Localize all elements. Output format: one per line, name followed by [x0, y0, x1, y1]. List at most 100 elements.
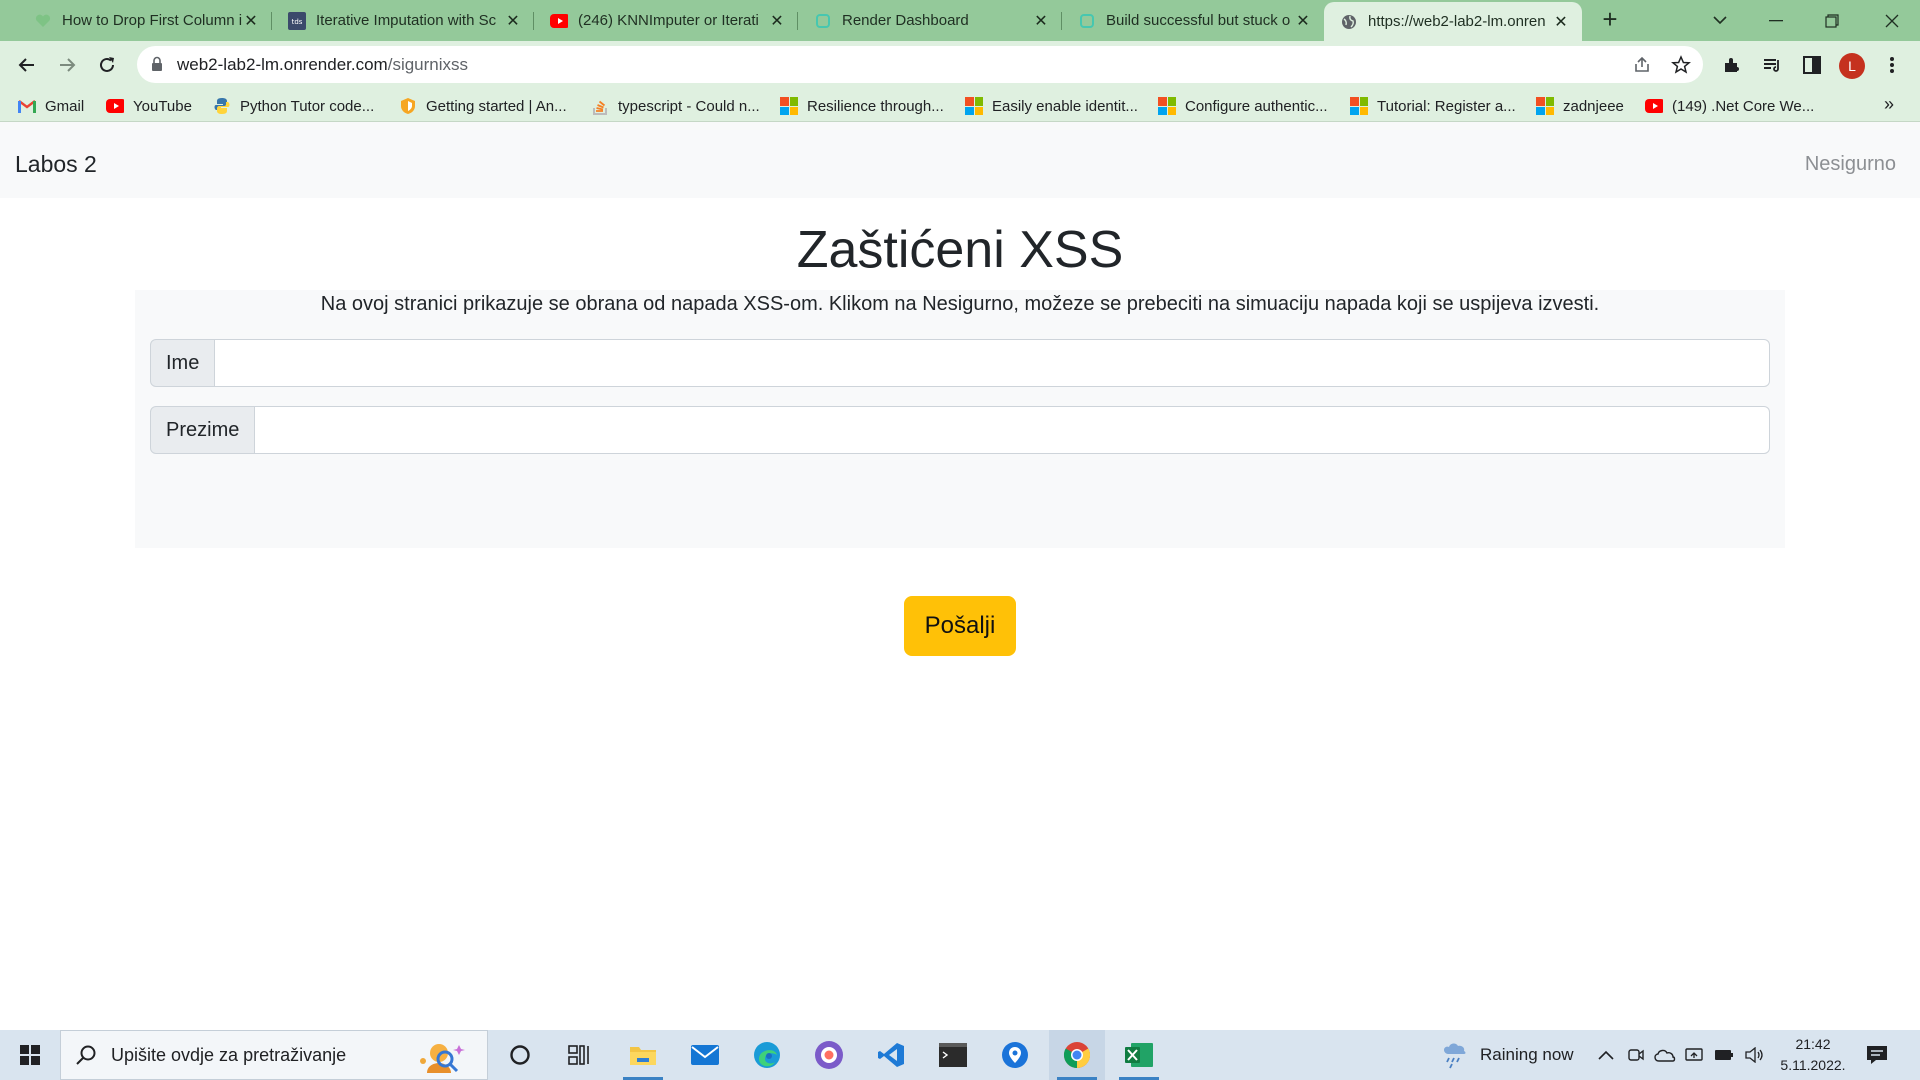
tab-strip: How to Drop First Column i ✕ tds Iterati…	[0, 0, 1920, 41]
close-tab-icon[interactable]: ✕	[1032, 11, 1050, 31]
microsoft-icon	[1350, 97, 1368, 115]
bookmark-label: Tutorial: Register a...	[1377, 97, 1516, 115]
volume-speaker-icon[interactable]	[1745, 1030, 1765, 1080]
bookmark-label: Getting started | An...	[426, 97, 567, 115]
battery-icon[interactable]	[1714, 1030, 1734, 1080]
search-highlight-icon	[405, 1037, 469, 1080]
side-panel-icon[interactable]	[1800, 53, 1824, 77]
maps-pin-icon[interactable]	[987, 1030, 1043, 1080]
meet-now-icon[interactable]	[1628, 1030, 1644, 1080]
tab-4[interactable]: Build successful but stuck o ✕	[1062, 0, 1324, 41]
bookmark-label: Resilience through...	[807, 97, 944, 115]
bookmark-gmail[interactable]: Gmail	[18, 95, 84, 117]
mail-icon[interactable]	[677, 1030, 733, 1080]
submit-button[interactable]: Pošalji	[904, 596, 1016, 656]
last-name-input[interactable]	[255, 406, 1770, 454]
discord-style-app-icon[interactable]	[801, 1030, 857, 1080]
bookmarks-overflow-button[interactable]: »	[1884, 94, 1894, 115]
tab-3[interactable]: Render Dashboard ✕	[798, 0, 1062, 41]
clock-date: 5.11.2022.	[1780, 1057, 1846, 1073]
microsoft-icon	[1536, 97, 1554, 115]
cortana-circle-icon[interactable]	[492, 1030, 548, 1080]
bookmark-getting-started[interactable]: Getting started | An...	[399, 95, 567, 117]
weather-widget[interactable]: Raining now	[1440, 1030, 1574, 1080]
task-view-icon[interactable]	[552, 1030, 608, 1080]
windows-start-icon[interactable]	[0, 1030, 60, 1080]
tab-0[interactable]: How to Drop First Column i ✕	[18, 0, 272, 41]
vscode-icon[interactable]	[863, 1030, 919, 1080]
screen-share-icon[interactable]	[1685, 1030, 1703, 1080]
restore-icon[interactable]	[1804, 0, 1860, 41]
bookmark-easily-enable[interactable]: Easily enable identit...	[965, 95, 1138, 117]
show-hidden-icons-chevron-icon[interactable]	[1598, 1030, 1614, 1080]
new-tab-button[interactable]: +	[1596, 6, 1624, 34]
tab-title: https://web2-lab2-lm.onren	[1368, 13, 1546, 30]
rain-cloud-icon	[1444, 1043, 1466, 1069]
bookmark-python-tutor[interactable]: Python Tutor code...	[213, 95, 374, 117]
back-arrow-icon[interactable]	[11, 49, 43, 81]
heart-icon	[34, 12, 52, 30]
reload-icon[interactable]	[91, 49, 123, 81]
bookmark-youtube[interactable]: YouTube	[106, 95, 192, 117]
tds-icon: tds	[288, 11, 306, 30]
onedrive-cloud-icon[interactable]	[1654, 1030, 1676, 1080]
page-description: Na ovoj stranici prikazuje se obrana od …	[320, 293, 1600, 315]
close-window-icon[interactable]	[1864, 0, 1920, 41]
menu-kebab-icon[interactable]	[1880, 53, 1904, 77]
bookmark-zadnjeee[interactable]: zadnjeee	[1536, 95, 1624, 117]
youtube-icon	[550, 12, 568, 30]
tab-2[interactable]: (246) KNNImputer or Iterati ✕	[534, 0, 798, 41]
first-name-label: Ime	[150, 339, 216, 387]
notifications-icon[interactable]	[1866, 1030, 1888, 1080]
chrome-icon[interactable]	[1049, 1030, 1105, 1080]
url-text[interactable]: web2-lab2-lm.onrender.com/sigurnixss	[177, 55, 468, 75]
share-icon[interactable]	[1631, 54, 1653, 76]
url-host: web2-lab2-lm.onrender.com	[177, 55, 388, 74]
taskbar-clock[interactable]: 21:42 5.11.2022.	[1776, 1034, 1850, 1076]
render-icon	[814, 12, 832, 30]
excel-icon[interactable]	[1111, 1030, 1167, 1080]
edge-icon[interactable]	[739, 1030, 795, 1080]
bookmark-typescript[interactable]: typescript - Could n...	[591, 95, 760, 117]
bookmark-label: (149) .Net Core We...	[1672, 97, 1815, 115]
tab-1[interactable]: tds Iterative Imputation with Sc ✕	[272, 0, 534, 41]
bookmark-resilience[interactable]: Resilience through...	[780, 95, 944, 117]
tab-search-chevron-icon[interactable]	[1708, 8, 1732, 32]
close-tab-icon[interactable]: ✕	[1552, 12, 1570, 32]
bookmark-tutorial[interactable]: Tutorial: Register a...	[1350, 95, 1516, 117]
address-bar[interactable]: web2-lab2-lm.onrender.com/sigurnixss	[137, 46, 1703, 83]
close-tab-icon[interactable]: ✕	[504, 11, 522, 31]
terminal-icon[interactable]	[925, 1030, 981, 1080]
profile-avatar[interactable]: L	[1839, 53, 1865, 79]
star-bookmark-icon[interactable]	[1670, 54, 1692, 76]
file-explorer-icon[interactable]	[615, 1030, 671, 1080]
close-tab-icon[interactable]: ✕	[1294, 11, 1312, 31]
web-page: Labos 2 Nesigurno Zaštićeni XSS Na ovoj …	[0, 122, 1920, 1030]
clock-time: 21:42	[1795, 1036, 1831, 1052]
render-icon	[1078, 12, 1096, 30]
first-name-group: Ime	[150, 339, 1770, 387]
tab-title: Build successful but stuck o	[1106, 12, 1291, 29]
windows-taskbar: Upišite ovdje za pretraživanje Raining n…	[0, 1030, 1920, 1080]
first-name-input[interactable]	[215, 339, 1770, 387]
forward-arrow-icon[interactable]	[51, 49, 83, 81]
weather-text: Raining now	[1480, 1045, 1574, 1064]
site-navbar: Labos 2 Nesigurno	[0, 122, 1920, 198]
navbar-brand[interactable]: Labos 2	[15, 151, 97, 178]
tab-5-active[interactable]: https://web2-lab2-lm.onren ✕	[1324, 2, 1582, 41]
globe-icon	[1340, 13, 1358, 31]
minimize-icon[interactable]	[1748, 0, 1804, 41]
close-tab-icon[interactable]: ✕	[242, 11, 260, 31]
close-tab-icon[interactable]: ✕	[768, 11, 786, 31]
taskbar-search-box[interactable]: Upišite ovdje za pretraživanje	[60, 1030, 488, 1080]
bookmark-net-core[interactable]: (149) .Net Core We...	[1645, 95, 1814, 117]
media-queue-icon[interactable]	[1760, 53, 1784, 77]
browser-toolbar: web2-lab2-lm.onrender.com/sigurnixss L	[0, 41, 1920, 89]
lock-icon[interactable]	[151, 56, 163, 77]
nav-link-nesigurno[interactable]: Nesigurno	[1805, 153, 1896, 176]
bookmark-label: Configure authentic...	[1185, 97, 1328, 115]
tab-title: Render Dashboard	[842, 12, 969, 29]
extensions-puzzle-icon[interactable]	[1720, 53, 1744, 77]
bookmark-label: Gmail	[45, 97, 85, 115]
bookmark-configure[interactable]: Configure authentic...	[1158, 95, 1328, 117]
